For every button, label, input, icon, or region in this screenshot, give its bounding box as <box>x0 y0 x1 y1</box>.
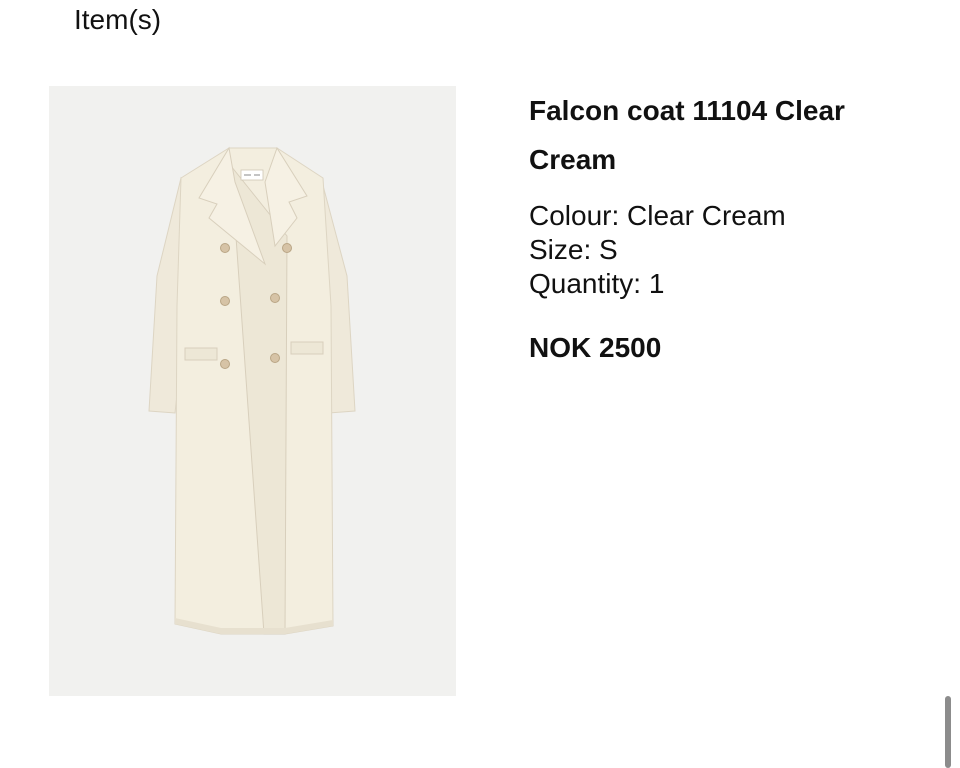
item-attributes: Colour: Clear Cream Size: S Quantity: 1 <box>529 199 909 301</box>
order-item-page: Item(s) Falcon coat 11104 Clear Cream Co… <box>0 0 960 768</box>
colour-attribute: Colour: Clear Cream <box>529 200 786 231</box>
item-price: NOK 2500 <box>529 332 662 363</box>
vertical-scrollbar[interactable] <box>945 696 951 768</box>
size-attribute: Size: S <box>529 234 618 265</box>
quantity-attribute: Quantity: 1 <box>529 268 665 299</box>
coat-illustration <box>148 146 356 635</box>
product-image <box>49 86 456 696</box>
product-name: Falcon coat 11104 Clear Cream <box>529 95 845 175</box>
items-section-heading: Item(s) <box>74 4 162 35</box>
item-details: Falcon coat 11104 Clear Cream Colour: Cl… <box>529 86 909 365</box>
